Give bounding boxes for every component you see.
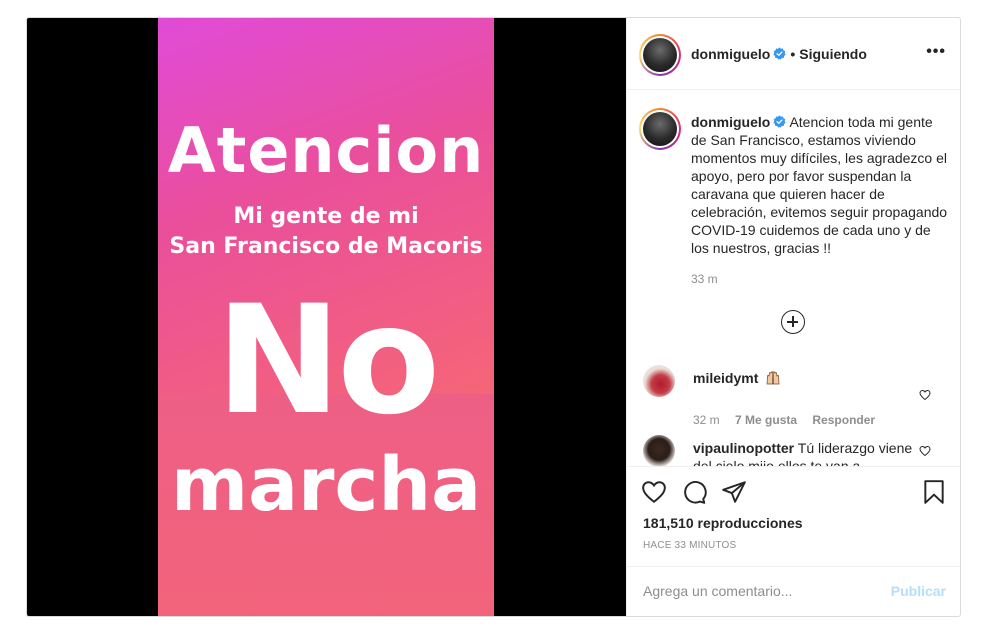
save-bookmark-icon[interactable] (921, 479, 947, 505)
share-send-icon[interactable] (721, 479, 747, 505)
author-avatar[interactable] (639, 34, 681, 76)
caption-author-avatar[interactable] (639, 108, 681, 150)
comment-bubble-icon[interactable] (681, 479, 707, 505)
comment-meta: 32 m 7 Me gusta Responder (693, 413, 887, 427)
comment-heart-icon[interactable] (919, 389, 931, 401)
caption-username[interactable]: donmiguelo (691, 114, 770, 130)
instagram-post: Atencion Mi gente de mi San Francisco de… (26, 17, 961, 617)
publish-button[interactable]: Publicar (891, 583, 946, 599)
video-player[interactable]: Atencion Mi gente de mi San Francisco de… (158, 18, 494, 616)
post-media[interactable]: Atencion Mi gente de mi San Francisco de… (27, 18, 626, 616)
comment-body: mileidymt (693, 369, 913, 387)
verified-badge-icon (773, 47, 786, 60)
post-header: donmiguelo • Siguiendo ••• (627, 18, 960, 90)
post-time-ago[interactable]: HACE 33 MINUTOS (643, 540, 736, 551)
comments-scroll-area[interactable]: donmiguelo Atencion toda mi gente de San… (627, 90, 960, 466)
video-big-word: No (215, 274, 441, 448)
following-button[interactable]: Siguiendo (799, 46, 867, 62)
video-title-text: Atencion (167, 114, 485, 187)
video-subtitle-line2: San Francisco de Macoris (169, 234, 483, 259)
comment-heart-icon[interactable] (919, 445, 931, 457)
reply-button[interactable]: Responder (812, 413, 875, 427)
header-username[interactable]: donmiguelo (691, 46, 770, 62)
comment-username[interactable]: mileidymt (693, 370, 758, 386)
commenter-avatar[interactable] (643, 435, 675, 466)
caption-author-avatar-image (643, 112, 677, 146)
caption-text: Atencion toda mi gente de San Francisco,… (691, 114, 948, 256)
like-heart-icon[interactable] (641, 479, 667, 505)
view-count[interactable]: 181,510 reproducciones (643, 515, 803, 531)
comment-body: vipaulinopotter Tú liderazgo viene del c… (693, 439, 913, 466)
comment-time[interactable]: 32 m (693, 413, 720, 427)
verified-badge-icon (773, 115, 786, 128)
header-separator: • (790, 46, 796, 62)
add-comment-bar: Agrega un comentario... Publicar (627, 566, 960, 616)
post-caption: donmiguelo Atencion toda mi gente de San… (691, 113, 949, 257)
more-options-icon[interactable]: ••• (926, 44, 946, 60)
post-sidebar: donmiguelo • Siguiendo ••• donmiguelo Aten… (626, 18, 960, 616)
header-user-line: donmiguelo • Siguiendo (691, 46, 867, 62)
author-avatar-image (643, 38, 677, 72)
comment-username[interactable]: vipaulinopotter (693, 440, 794, 456)
video-subtitle-line1: Mi gente de mi (233, 204, 419, 229)
comment-input[interactable]: Agrega un comentario... (643, 583, 792, 599)
raising-hands-emoji-icon (766, 371, 780, 385)
comment-likes[interactable]: 7 Me gusta (735, 413, 797, 427)
load-more-comments-icon[interactable] (781, 310, 805, 334)
caption-timestamp[interactable]: 33 m (691, 272, 718, 286)
commenter-avatar[interactable] (643, 365, 675, 397)
video-big-word-2: marcha (170, 442, 482, 528)
